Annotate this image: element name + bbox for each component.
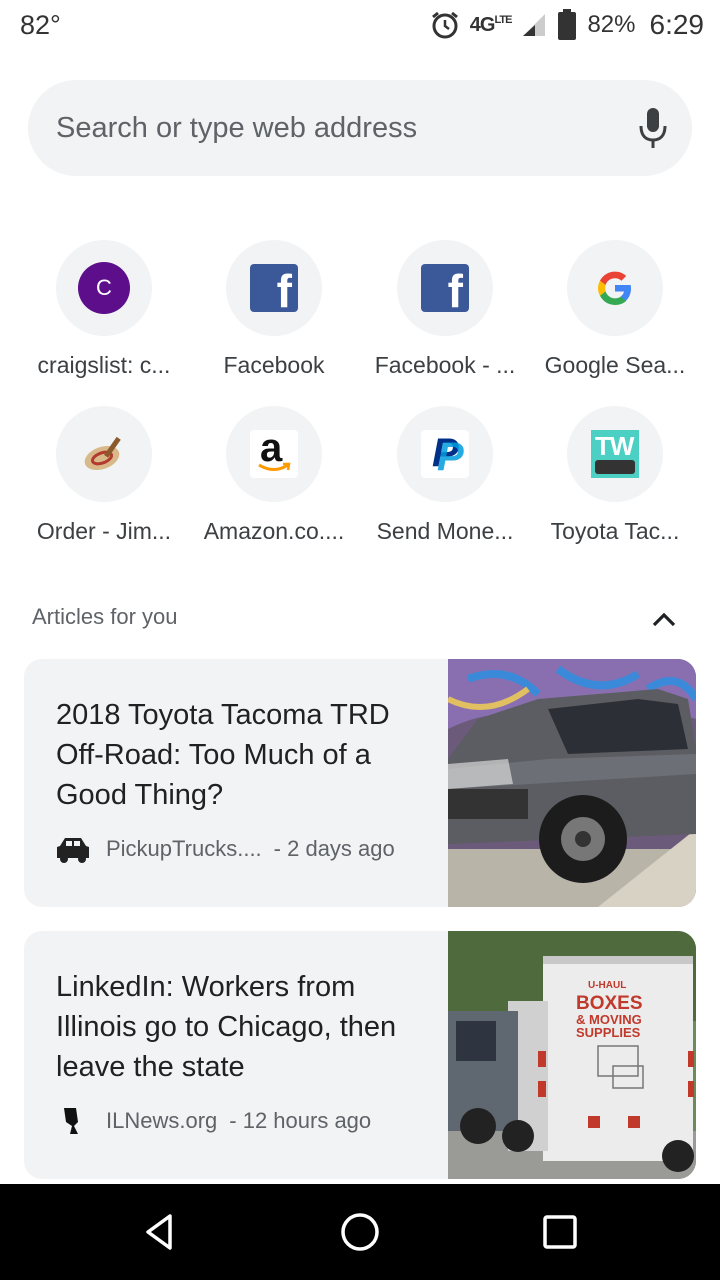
tile-label: Facebook - ... xyxy=(374,352,516,378)
tile-icon-container xyxy=(567,240,663,336)
truck-sign-brand: U-HAUL xyxy=(588,980,626,991)
article-time: - 12 hours ago xyxy=(229,1108,372,1133)
system-nav-bar xyxy=(0,1184,720,1280)
truck-sign-line3: SUPPLIES xyxy=(576,1025,641,1040)
clock: 6:29 xyxy=(649,9,705,40)
facebook-icon: f xyxy=(250,264,298,312)
article-title: LinkedIn: Workers from Illinois go to Ch… xyxy=(56,971,397,1083)
signal-icon xyxy=(523,14,546,36)
search-bar[interactable] xyxy=(28,80,692,176)
tile-label: Order - Jim... xyxy=(36,518,172,544)
tile-label: Google Sea... xyxy=(544,352,686,378)
tile-icon-container: f xyxy=(226,240,322,336)
article-thumbnail: U-HAUL BOXES & MOVING SUPPLIES xyxy=(448,931,696,1179)
back-icon[interactable] xyxy=(136,1208,184,1256)
truck-photo xyxy=(448,659,696,907)
tile-icon-container: TW xyxy=(567,406,663,502)
tile-amazon[interactable]: a Amazon.co.... xyxy=(189,406,359,545)
facebook-icon: f xyxy=(421,264,469,312)
microphone-icon[interactable] xyxy=(638,106,668,150)
tile-label: Send Mone... xyxy=(376,518,514,544)
tile-order[interactable]: Order - Jim... xyxy=(19,406,189,545)
toyota-world-icon: TW xyxy=(591,430,639,478)
article-source: ILNews.org - 12 hours ago xyxy=(56,1105,371,1137)
article-card[interactable]: LinkedIn: Workers from Illinois go to Ch… xyxy=(24,931,696,1179)
ilnews-icon xyxy=(64,1108,78,1134)
tile-paypal[interactable]: P P Send Mone... xyxy=(360,406,530,545)
temperature-label: 82° xyxy=(20,10,61,40)
status-icons: 4GLTE 82% 6:29 xyxy=(430,8,704,42)
home-icon[interactable] xyxy=(336,1208,384,1256)
tile-icon-container: P P xyxy=(397,406,493,502)
tile-icon-container: a xyxy=(226,406,322,502)
battery-icon xyxy=(558,9,577,40)
tile-facebook[interactable]: f Facebook xyxy=(189,240,359,379)
paypal-icon: P P xyxy=(421,430,469,479)
order-site-icon xyxy=(84,436,121,471)
article-source-name: PickupTrucks.... xyxy=(106,836,262,861)
tile-label: craigslist: c... xyxy=(37,352,171,378)
status-bar: 82° 4GLTE 82% 6:29 xyxy=(0,0,720,48)
tile-toyota-tacoma[interactable]: TW Toyota Tac... xyxy=(530,406,700,545)
article-source: PickupTrucks.... - 2 days ago xyxy=(56,833,395,865)
tile-label: Facebook xyxy=(223,352,325,378)
tile-label: Toyota Tac... xyxy=(550,518,680,544)
articles-header: Articles for you xyxy=(32,604,178,629)
chevron-up-icon[interactable] xyxy=(648,604,680,636)
battery-percent: 82% xyxy=(587,11,636,38)
tile-facebook-2[interactable]: f Facebook - ... xyxy=(360,240,530,379)
tile-craigslist[interactable]: C craigslist: c... xyxy=(19,240,189,379)
alarm-icon xyxy=(431,11,458,39)
recents-icon[interactable] xyxy=(536,1208,584,1256)
article-title: 2018 Toyota Tacoma TRD Off-Road: Too Muc… xyxy=(56,699,390,811)
tile-google-search[interactable]: Google Sea... xyxy=(530,240,700,379)
craigslist-icon: C xyxy=(78,262,130,314)
tile-icon-container: f xyxy=(397,240,493,336)
truck-sign-line1: BOXES xyxy=(576,993,643,1014)
tile-icon-container: C xyxy=(56,240,152,336)
article-thumbnail xyxy=(448,659,696,907)
google-icon xyxy=(598,271,631,305)
network-type: 4GLTE xyxy=(469,13,513,36)
amazon-icon: a xyxy=(250,426,298,478)
article-card[interactable]: 2018 Toyota Tacoma TRD Off-Road: Too Muc… xyxy=(24,659,696,907)
article-source-name: ILNews.org xyxy=(106,1108,218,1133)
search-input[interactable] xyxy=(56,106,616,150)
pickup-truck-icon xyxy=(57,838,89,863)
article-time: - 2 days ago xyxy=(273,836,395,861)
tile-label: Amazon.co.... xyxy=(203,518,345,544)
moving-truck-photo: U-HAUL BOXES & MOVING SUPPLIES xyxy=(448,931,696,1179)
tile-icon-container xyxy=(56,406,152,502)
